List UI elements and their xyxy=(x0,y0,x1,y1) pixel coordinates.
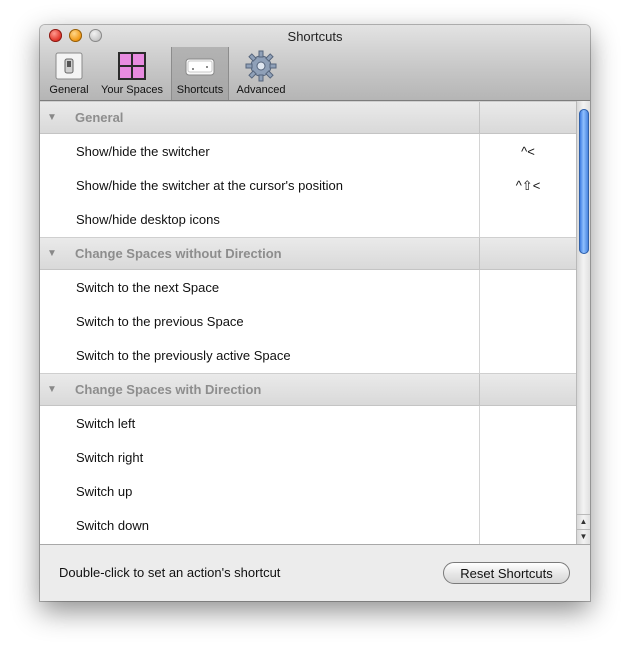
table-row[interactable]: Switch to the previously active Space xyxy=(40,338,576,372)
spaces-grid-icon xyxy=(118,52,146,80)
table-row[interactable]: Switch to the previous Space xyxy=(40,304,576,338)
switch-icon xyxy=(55,52,83,80)
window-title: Shortcuts xyxy=(287,29,343,44)
table-row[interactable]: Switch right xyxy=(40,440,576,474)
table-row[interactable]: Switch left xyxy=(40,406,576,440)
group-header-without-direction[interactable]: ▼ Change Spaces without Direction xyxy=(40,237,576,270)
table-row[interactable]: Show/hide the switcher at the cursor's p… xyxy=(40,168,576,202)
disclosure-triangle-icon[interactable]: ▼ xyxy=(47,248,57,259)
table-row[interactable]: Switch to the next Space xyxy=(40,270,576,304)
gear-icon xyxy=(245,50,277,82)
table-row[interactable]: Switch up xyxy=(40,474,576,508)
toolbar-advanced[interactable]: Advanced xyxy=(233,47,289,100)
table-row[interactable]: Show/hide the switcher ^< xyxy=(40,134,576,168)
scroll-up-arrow-icon[interactable]: ▲ xyxy=(577,514,590,529)
title-bar: Shortcuts General Your Spaces Shortcuts … xyxy=(40,25,590,101)
scroll-thumb[interactable] xyxy=(579,109,589,254)
reset-shortcuts-button[interactable]: Reset Shortcuts xyxy=(443,562,570,584)
shortcut-cell[interactable]: ^< xyxy=(480,144,576,159)
vertical-scrollbar[interactable]: ▲ ▼ xyxy=(576,101,590,544)
disclosure-triangle-icon[interactable]: ▼ xyxy=(47,112,57,123)
disclosure-triangle-icon[interactable]: ▼ xyxy=(47,384,57,395)
shortcuts-table: ▼ General Show/hide the switcher ^< Show… xyxy=(40,101,576,544)
footer-bar: Double-click to set an action's shortcut… xyxy=(40,544,590,601)
toolbar-your-spaces[interactable]: Your Spaces xyxy=(97,47,167,100)
shortcut-cell[interactable]: ^⇧< xyxy=(480,178,576,194)
hint-text: Double-click to set an action's shortcut xyxy=(59,565,281,580)
preferences-window: Shortcuts General Your Spaces Shortcuts … xyxy=(40,25,590,601)
keyboard-key-icon xyxy=(185,58,215,76)
toolbar-shortcuts[interactable]: Shortcuts xyxy=(171,47,229,100)
toolbar-general[interactable]: General xyxy=(45,47,93,100)
scroll-down-arrow-icon[interactable]: ▼ xyxy=(577,529,590,544)
group-header-general[interactable]: ▼ General xyxy=(40,101,576,134)
table-row[interactable]: Show/hide desktop icons xyxy=(40,202,576,236)
group-header-with-direction[interactable]: ▼ Change Spaces with Direction xyxy=(40,373,576,406)
table-row[interactable]: Switch down xyxy=(40,508,576,542)
